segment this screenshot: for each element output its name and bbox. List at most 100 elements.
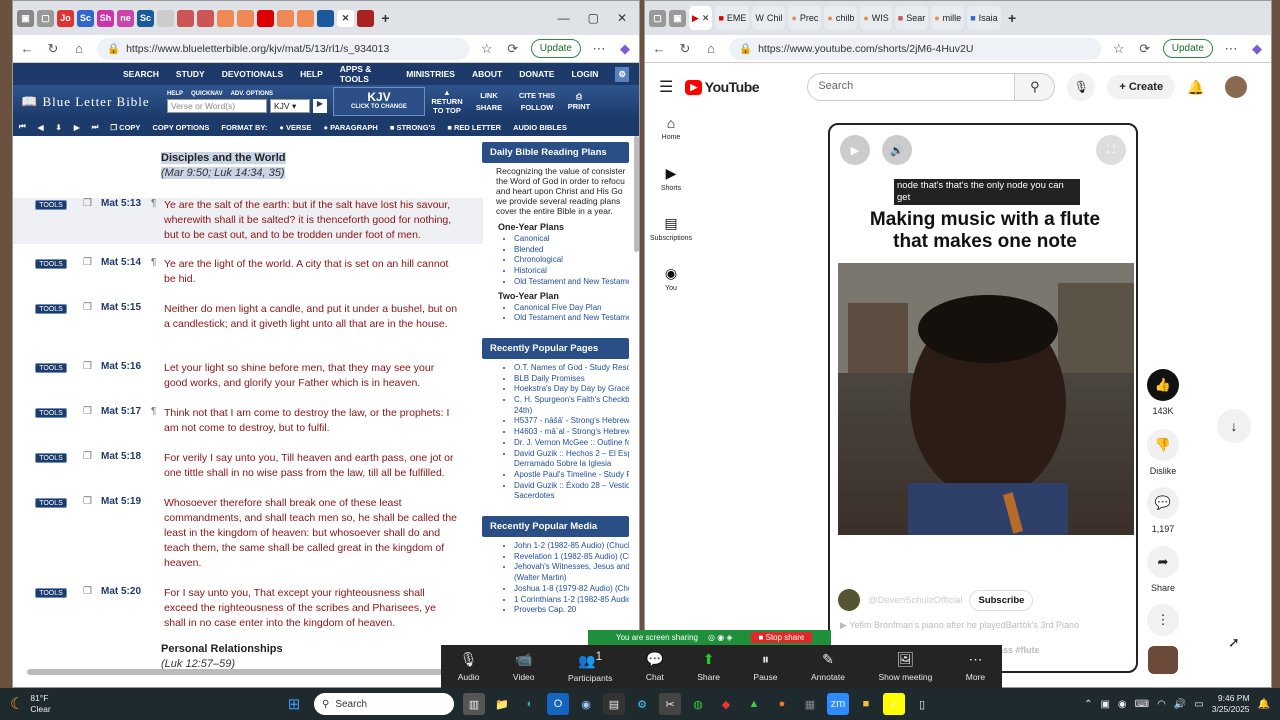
search-icon[interactable]: ⚲ [1015, 73, 1056, 101]
participants-button[interactable]: 👥1 Participants [568, 650, 612, 684]
prev-chapter-icon[interactable]: ◀ [38, 123, 44, 132]
clock[interactable]: 9:46 PM 3/25/2025 [1212, 693, 1250, 715]
share-button[interactable]: SHARE [469, 103, 509, 112]
nav-about[interactable]: ABOUT [472, 69, 502, 79]
short-player[interactable]: ▶ 🔊 ⛶ node that's that's the only node y… [828, 123, 1138, 673]
tab-sear[interactable]: ■ Sear [894, 6, 929, 30]
back-icon[interactable]: ← [651, 41, 667, 56]
camera-icon[interactable]: ◉ [575, 693, 597, 715]
tools-button[interactable]: TOOLS [35, 304, 67, 314]
page-link[interactable]: Dr. J. Vernon McGee :: Outline fo [514, 438, 629, 449]
green-app-icon[interactable]: ▲ [743, 693, 765, 715]
follow-button[interactable]: FOLLOW [515, 103, 559, 112]
show-meeting-button[interactable]: 🖼 Show meeting [878, 651, 932, 682]
media-link[interactable]: Revelation 1 (1982-85 Audio) (Ch [514, 552, 629, 563]
audio-button[interactable]: 🎙 Audio [458, 651, 480, 682]
fullscreen-icon[interactable]: ⛶ [1096, 135, 1126, 165]
youtube-logo[interactable]: ▶ YouTube [685, 79, 795, 95]
tray-app-icon[interactable]: ▣ [1100, 699, 1109, 710]
refresh-icon[interactable]: ↻ [677, 41, 693, 57]
return-to-top-button[interactable]: ▲ RETURN TO TOP [431, 88, 463, 115]
help-link[interactable]: HELP [167, 91, 183, 97]
tab-favicon[interactable] [297, 9, 314, 27]
copy-verse-icon[interactable]: ❐ [83, 496, 92, 507]
page-link[interactable]: O.T. Names of God - Study Reso [514, 363, 629, 374]
url-field[interactable]: 🔒 https://www.youtube.com/shorts/2jM6-4H… [729, 37, 1101, 60]
tools-button[interactable]: TOOLS [35, 588, 67, 598]
tab-sc2[interactable]: Sc [137, 9, 154, 27]
plan-link[interactable]: Canonical [514, 234, 629, 245]
comments-action[interactable]: 💬 1,197 [1145, 487, 1181, 534]
arrow-down-icon[interactable]: ↓ [1217, 409, 1251, 443]
copy-verse-icon[interactable]: ❐ [83, 586, 92, 597]
favorites-icon[interactable]: ☆ [479, 41, 495, 57]
dislike-action[interactable]: 👎 Dislike [1145, 429, 1181, 476]
red-app-icon[interactable]: ◆ [715, 693, 737, 715]
blb-logo[interactable]: 📖 Blue Letter Bible [21, 94, 161, 110]
nav-home[interactable]: ⌂ Home [645, 111, 697, 161]
plan-link[interactable]: Canonical Five Day Plan [514, 303, 629, 314]
verse-ref[interactable]: Mat 5:17 [101, 406, 141, 417]
notifications-bell-icon[interactable]: 🔔 [1187, 79, 1204, 96]
verse-ref[interactable]: Mat 5:16 [101, 361, 141, 372]
share-screen-button[interactable]: ⬆ Share [697, 651, 720, 682]
audio-bibles-button[interactable]: AUDIO BIBLES [513, 123, 567, 132]
page-link-cont[interactable]: Sacerdotes [514, 491, 629, 502]
verse-toggle[interactable]: ● VERSE [279, 123, 311, 132]
maximize-icon[interactable]: ▢ [588, 11, 599, 25]
extensions-icon[interactable]: ⟳ [505, 41, 521, 57]
tab-favicon[interactable] [177, 9, 194, 27]
favorites-icon[interactable]: ☆ [1111, 41, 1127, 57]
print-button[interactable]: ⎙ PRINT [565, 92, 593, 111]
version-select[interactable]: KJV ▾ [270, 98, 310, 113]
tab-isaia[interactable]: ■ Isaia [967, 6, 1001, 30]
video-button[interactable]: 📹 Video [513, 651, 535, 682]
battery-icon[interactable]: ▭ [1194, 699, 1203, 710]
verse-search-input[interactable]: Verse or Word(s) [167, 98, 267, 113]
tools-button[interactable]: TOOLS [35, 259, 67, 269]
update-button[interactable]: Update [1162, 39, 1213, 58]
page-link[interactable]: BLB Daily Promises [514, 374, 629, 385]
copilot-icon[interactable]: ◆ [1249, 41, 1265, 57]
tab-favicon[interactable] [237, 9, 254, 27]
page-link[interactable]: Apostle Paul's Timeline - Study R [514, 470, 629, 481]
store-icon[interactable]: ▤ [603, 693, 625, 715]
copy-verse-icon[interactable]: ❐ [83, 406, 92, 417]
kjv-change-button[interactable]: KJV CLICK TO CHANGE [333, 87, 425, 116]
tab-favicon[interactable] [277, 9, 294, 27]
copy-verse-icon[interactable]: ❐ [83, 257, 92, 268]
verse-ref[interactable]: Mat 5:19 [101, 496, 141, 507]
vertical-scrollbar[interactable] [634, 136, 639, 252]
close-tab-icon[interactable]: ✕ [702, 13, 710, 24]
tab-mille[interactable]: ● mille [931, 6, 965, 30]
tools-button[interactable]: TOOLS [35, 200, 67, 210]
like-action[interactable]: 👍 143K [1145, 369, 1181, 416]
copy-verse-icon[interactable]: ❐ [83, 361, 92, 372]
menu-icon[interactable]: ☰ [659, 77, 673, 97]
nav-you[interactable]: ◉ You [645, 261, 697, 311]
globe-icon[interactable]: ◍ [687, 693, 709, 715]
wifi-icon[interactable]: ◠ [1157, 699, 1166, 710]
page-link[interactable]: Hoekstra's Day by Day by Grace [514, 384, 629, 395]
thumbs-down-icon[interactable]: 👎 [1147, 429, 1179, 461]
copy-verse-icon[interactable]: ❐ [83, 451, 92, 462]
nav-study[interactable]: STUDY [176, 69, 205, 79]
play-icon[interactable]: ▶ [840, 135, 870, 165]
nav-search[interactable]: SEARCH [123, 69, 159, 79]
page-link[interactable]: David Guzik :: Éxodo 28 – Vestid [514, 481, 629, 492]
more-icon[interactable]: ⋯ [1223, 41, 1239, 57]
media-link-cont[interactable]: (Walter Martin) [514, 573, 629, 584]
microphone-icon[interactable]: 🎙 [1067, 73, 1096, 101]
copy-button[interactable]: ❐ COPY [110, 123, 140, 132]
edge-icon[interactable]: ◐ [519, 693, 541, 715]
chevron-up-icon[interactable]: ⌃ [1084, 699, 1092, 710]
avatar[interactable] [1224, 76, 1247, 98]
link-button[interactable]: LINK [469, 91, 509, 100]
nav-help[interactable]: HELP [300, 69, 323, 79]
page-link[interactable]: David Guzik :: Hechos 2 – El Esp [514, 449, 629, 460]
home-icon[interactable]: ⌂ [703, 41, 719, 56]
share-arrow-icon[interactable]: ➦ [1147, 546, 1179, 578]
tab-actions-icon[interactable]: ▣ [669, 9, 686, 27]
nav-subscriptions[interactable]: ▤ Subscriptions [645, 211, 697, 261]
red-letter-toggle[interactable]: ■ RED LETTER [447, 123, 501, 132]
